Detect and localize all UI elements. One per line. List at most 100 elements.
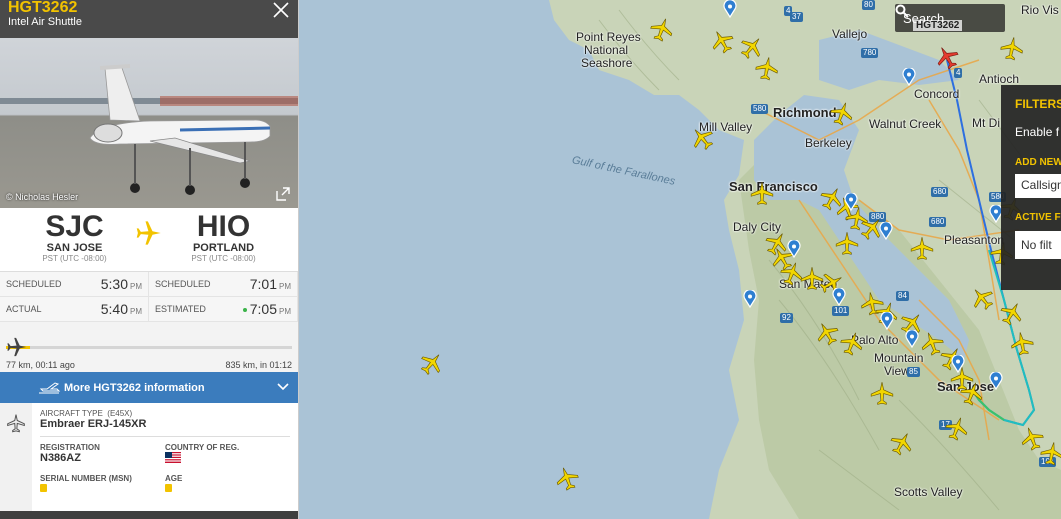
live-status-dot — [242, 308, 247, 313]
highway-shield: 85 — [907, 367, 920, 377]
selected-aircraft-icon[interactable] — [934, 44, 960, 70]
highway-shield: 80 — [862, 0, 875, 10]
highway-shield: 580 — [751, 104, 769, 114]
progress-elapsed: 77 km, 00:11 ago — [6, 360, 75, 370]
airport-pin-icon[interactable] — [880, 312, 894, 330]
destination-city: PORTLAND — [192, 242, 255, 254]
aircraft-icon[interactable] — [829, 100, 855, 126]
details-sidebar — [0, 403, 32, 519]
airport-pin-icon[interactable] — [723, 0, 737, 18]
arrival-estimated-label: ESTIMATED — [155, 304, 206, 314]
departure-actual-label: ACTUAL — [6, 304, 42, 314]
highway-shield: 680 — [931, 187, 949, 197]
age-label: AGE — [165, 474, 183, 483]
registration-value[interactable]: N386AZ — [40, 452, 165, 464]
map-label-antioch: Antioch — [979, 72, 1020, 86]
aircraft-icon[interactable] — [944, 415, 970, 441]
airport-pin-icon[interactable] — [832, 288, 846, 306]
aircraft-icon[interactable] — [754, 55, 780, 81]
aircraft-icon[interactable] — [839, 330, 865, 356]
panel-bottom-toolbar[interactable] — [0, 511, 298, 519]
aircraft-icon[interactable] — [959, 380, 985, 406]
airport-pin-icon[interactable] — [844, 193, 858, 211]
airport-pin-icon[interactable] — [743, 290, 757, 308]
filters-title: FILTERS — [1015, 97, 1061, 111]
flight-progress: 77 km, 00:11 ago 835 km, in 01:12 — [0, 322, 298, 372]
departure-scheduled-time: 5:30 — [100, 276, 128, 292]
map-label-vallejo: Vallejo — [832, 27, 868, 41]
details-body: AIRCRAFT TYPE (E45X) Embraer ERJ-145XR R… — [32, 403, 298, 519]
destination-airport[interactable]: HIO PORTLAND PST (UTC -08:00) — [149, 208, 298, 271]
highway-shield: 92 — [780, 313, 793, 323]
aircraft-icon[interactable] — [969, 285, 995, 311]
map-label-scotts-valley: Scotts Valley — [894, 485, 963, 499]
airport-pin-icon[interactable] — [879, 222, 893, 240]
airport-pin-icon[interactable] — [951, 355, 965, 373]
highway-shield: 780 — [861, 48, 879, 58]
highway-shield: 680 — [929, 217, 947, 227]
origin-iata: SJC — [45, 210, 104, 243]
chevron-down-icon — [277, 383, 289, 391]
map-label-point-reyes: Point Reyes — [576, 30, 641, 44]
expand-photo-icon[interactable] — [275, 186, 291, 202]
progress-track — [6, 346, 292, 349]
airport-pin-icon[interactable] — [989, 372, 1003, 390]
airport-pin-icon[interactable] — [905, 330, 919, 348]
airport-pin-icon[interactable] — [787, 240, 801, 258]
pm-suffix: PM — [130, 307, 142, 316]
pm-suffix: PM — [279, 282, 291, 291]
airline-name: Intel Air Shuttle — [8, 16, 82, 28]
filters-active-label: ACTIVE F — [1015, 212, 1061, 223]
aircraft-icon[interactable] — [709, 28, 735, 54]
aircraft-icon[interactable] — [554, 465, 580, 491]
airport-pin-icon[interactable] — [902, 68, 916, 86]
aircraft-icon[interactable] — [1039, 440, 1061, 466]
aircraft-type-code: (E45X) — [107, 409, 133, 418]
aircraft-icon[interactable] — [909, 235, 935, 261]
destination-iata: HIO — [196, 210, 251, 243]
country-label: COUNTRY OF REG. — [165, 443, 240, 452]
aircraft-icon[interactable] — [889, 430, 915, 456]
departure-actual: ACTUAL 5:40 PM — [0, 297, 149, 322]
aircraft-icon[interactable] — [419, 350, 445, 376]
route-plane-badge — [132, 216, 166, 250]
aircraft-icon[interactable] — [649, 16, 675, 42]
arrival-estimated: ESTIMATED 7:05 PM — [149, 297, 298, 322]
map-label-mountain: Mountain — [874, 351, 924, 365]
map-label-national: National — [584, 43, 629, 57]
aircraft-icon[interactable] — [689, 125, 715, 151]
map-label-rio-vista: Rio Vis — [1021, 3, 1059, 17]
aircraft-icon[interactable] — [814, 320, 840, 346]
plane-icon — [136, 221, 161, 245]
lock-icon — [40, 484, 47, 492]
selected-aircraft-callsign: HGT3262 — [913, 20, 963, 31]
callsign-filter-input[interactable]: Callsign — [1015, 174, 1061, 198]
close-icon[interactable] — [272, 1, 290, 19]
departure-scheduled-label: SCHEDULED — [6, 279, 62, 289]
arrival-scheduled-time: 7:01 — [249, 276, 277, 292]
departure-scheduled: SCHEDULED 5:30 PM — [0, 272, 149, 297]
filters-enable-toggle[interactable]: Enable f — [1001, 125, 1061, 139]
more-info-label: More HGT3262 information — [64, 381, 205, 394]
active-filters-empty: No filt — [1015, 231, 1061, 259]
map-view[interactable]: Point Reyes National Seashore Vallejo An… — [299, 0, 1061, 519]
aircraft-icon[interactable] — [1009, 330, 1035, 356]
departure-actual-time: 5:40 — [100, 301, 128, 317]
map-label-concord: Concord — [914, 87, 960, 101]
highway-shield: 101 — [832, 306, 850, 316]
aircraft-icon[interactable] — [869, 380, 895, 406]
arrival-scheduled-label: SCHEDULED — [155, 279, 211, 289]
origin-airport[interactable]: SJC SAN JOSE PST (UTC -08:00) — [0, 208, 149, 271]
map-label-mt-diablo: Mt Di — [972, 116, 1000, 130]
aircraft-icon[interactable] — [999, 35, 1025, 61]
highway-shield: 4 — [784, 6, 793, 16]
map-label-walnut-creek: Walnut Creek — [869, 117, 942, 131]
flight-callsign: HGT3262 — [8, 0, 78, 16]
arrival-scheduled: SCHEDULED 7:01 PM — [149, 272, 298, 297]
aircraft-photo[interactable]: © Nicholas Hesler — [0, 38, 298, 208]
aircraft-icon[interactable] — [999, 300, 1025, 326]
aircraft-icon[interactable] — [834, 230, 860, 256]
aircraft-icon[interactable] — [749, 180, 775, 206]
progress-plane-icon — [7, 337, 27, 357]
more-info-button[interactable]: More HGT3262 information — [0, 372, 298, 403]
